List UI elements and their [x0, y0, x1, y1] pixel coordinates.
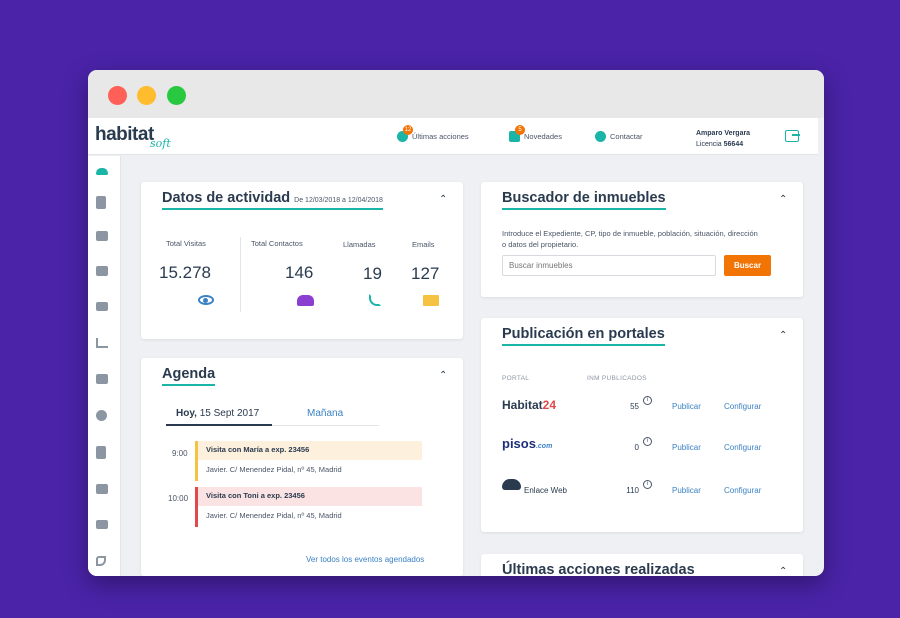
activity-card: Datos de actividad De 12/03/2018 a 12/04… — [141, 182, 463, 339]
close-window-button[interactable] — [108, 86, 127, 105]
configure-link[interactable]: Configurar — [724, 402, 761, 411]
event-title[interactable]: Visita con Toni a exp. 23456 — [198, 487, 422, 506]
last-actions-card: Últimas acciones realizadas ⌃ — [481, 554, 803, 576]
window-titlebar — [88, 70, 824, 118]
nav-ultimas-acciones[interactable]: 12 Últimas acciones — [397, 125, 469, 142]
info-icon[interactable]: i — [643, 396, 652, 405]
calendar-icon[interactable] — [96, 484, 108, 494]
event-time: 10:00 — [168, 494, 189, 503]
info-icon[interactable]: i — [643, 480, 652, 489]
column-header-portal: PORTAL — [502, 375, 530, 382]
minimize-window-button[interactable] — [137, 86, 156, 105]
collapse-icon[interactable]: ⌃ — [439, 370, 447, 381]
divider — [240, 237, 241, 312]
phone-icon[interactable] — [96, 556, 106, 566]
portal-count: 0 — [634, 443, 639, 452]
card-title: Datos de actividad De 12/03/2018 a 12/04… — [162, 190, 383, 210]
nav-label: Últimas acciones — [412, 132, 469, 141]
document-icon[interactable] — [96, 446, 106, 459]
search-card: Buscador de inmuebles ⌃ Introduce el Exp… — [481, 182, 803, 297]
stat-value: 127 — [411, 264, 440, 283]
house-icon[interactable] — [96, 374, 108, 384]
notification-badge: 5 — [515, 125, 525, 135]
card-title: Agenda — [162, 366, 216, 386]
portal-name: Enlace Web — [524, 486, 567, 495]
configure-link[interactable]: Configurar — [724, 443, 761, 452]
license-label: Licencia — [696, 141, 722, 148]
home-icon[interactable] — [96, 231, 108, 241]
collapse-icon[interactable]: ⌃ — [779, 566, 787, 576]
license-number: 56644 — [723, 141, 744, 148]
collapse-icon[interactable]: ⌃ — [439, 194, 447, 205]
chat-icon — [595, 131, 606, 142]
event-detail: Javier. C/ Menendez Pidal, nº 45, Madrid — [206, 511, 342, 520]
portals-card: Publicación en portales ⌃ PORTAL INM PUB… — [481, 318, 803, 532]
mail-icon[interactable] — [96, 520, 108, 529]
portal-logo-habitat24: Habitat24 — [502, 398, 557, 412]
search-input[interactable] — [502, 255, 716, 276]
nav-contactar[interactable]: Contactar — [595, 131, 643, 142]
stat-label: Total Visitas — [166, 239, 206, 248]
publish-link[interactable]: Publicar — [672, 402, 701, 411]
search-button[interactable]: Buscar — [724, 255, 771, 276]
brand-logo[interactable]: habitat — [95, 124, 154, 146]
top-navbar: habitat soft 12 Últimas acciones 5 Noved… — [88, 118, 818, 155]
dashboard-icon[interactable] — [96, 168, 108, 175]
phone-icon — [369, 294, 381, 306]
stat-label: Total Contactos — [251, 239, 303, 248]
see-all-events-link[interactable]: Ver todos los eventos agendados — [306, 555, 424, 564]
coins-icon[interactable] — [96, 410, 107, 421]
users-icon[interactable] — [96, 302, 108, 311]
eye-icon — [198, 295, 214, 305]
sidebar — [88, 156, 121, 576]
card-title: Últimas acciones realizadas — [502, 562, 695, 576]
users-icon — [297, 295, 314, 306]
publish-link[interactable]: Publicar — [672, 443, 701, 452]
nav-label: Contactar — [610, 132, 643, 141]
app-window: habitat soft 12 Últimas acciones 5 Noved… — [88, 70, 824, 576]
portal-count: 110 — [626, 486, 639, 495]
stat-label: Llamadas — [343, 240, 376, 249]
portal-count: 55 — [630, 402, 639, 411]
maximize-window-button[interactable] — [167, 86, 186, 105]
megaphone-icon[interactable] — [96, 266, 108, 276]
nav-label: Novedades — [524, 132, 562, 141]
publish-link[interactable]: Publicar — [672, 486, 701, 495]
stat-value: 15.278 — [159, 263, 211, 282]
logout-icon[interactable] — [785, 130, 800, 142]
event-title[interactable]: Visita con María a exp. 23456 — [198, 441, 422, 460]
configure-link[interactable]: Configurar — [724, 486, 761, 495]
tab-underline — [272, 425, 379, 426]
date-range: De 12/03/2018 a 12/04/2018 — [294, 197, 383, 204]
tab-tomorrow[interactable]: Mañana — [307, 408, 343, 419]
stat-value: 146 — [285, 263, 314, 282]
user-info[interactable]: Amparo Vergara Licencia 56644 — [696, 128, 750, 150]
search-description: Introduce el Expediente, CP, tipo de inm… — [502, 229, 758, 249]
stat-label: Emails — [412, 240, 435, 249]
user-name: Amparo Vergara — [696, 130, 751, 137]
building-icon[interactable] — [96, 196, 106, 209]
info-icon[interactable]: i — [643, 437, 652, 446]
news-icon: 5 — [509, 125, 525, 142]
active-tab-underline — [166, 424, 272, 426]
column-header-count: INM PUBLICADOS — [587, 375, 647, 382]
collapse-icon[interactable]: ⌃ — [779, 330, 787, 341]
card-title: Publicación en portales — [502, 326, 665, 346]
tab-today[interactable]: Hoy, 15 Sept 2017 — [176, 408, 259, 419]
card-title: Buscador de inmuebles — [502, 190, 666, 210]
collapse-icon[interactable]: ⌃ — [779, 194, 787, 205]
event-detail: Javier. C/ Menendez Pidal, nº 45, Madrid — [206, 465, 342, 474]
mail-icon — [423, 295, 439, 306]
nav-novedades[interactable]: 5 Novedades — [509, 125, 562, 142]
event-time: 9:00 — [172, 449, 188, 458]
portal-logo-pisos: pisos.com — [502, 436, 553, 451]
stat-value: 19 — [363, 264, 382, 283]
agenda-card: Agenda ⌃ Hoy, 15 Sept 2017 Mañana 9:00 V… — [141, 358, 463, 576]
chart-icon[interactable] — [96, 338, 108, 348]
clock-icon: 12 — [397, 125, 413, 142]
cloud-icon — [502, 479, 521, 490]
notification-badge: 12 — [403, 125, 413, 135]
brand-logo-sub: soft — [150, 137, 171, 150]
